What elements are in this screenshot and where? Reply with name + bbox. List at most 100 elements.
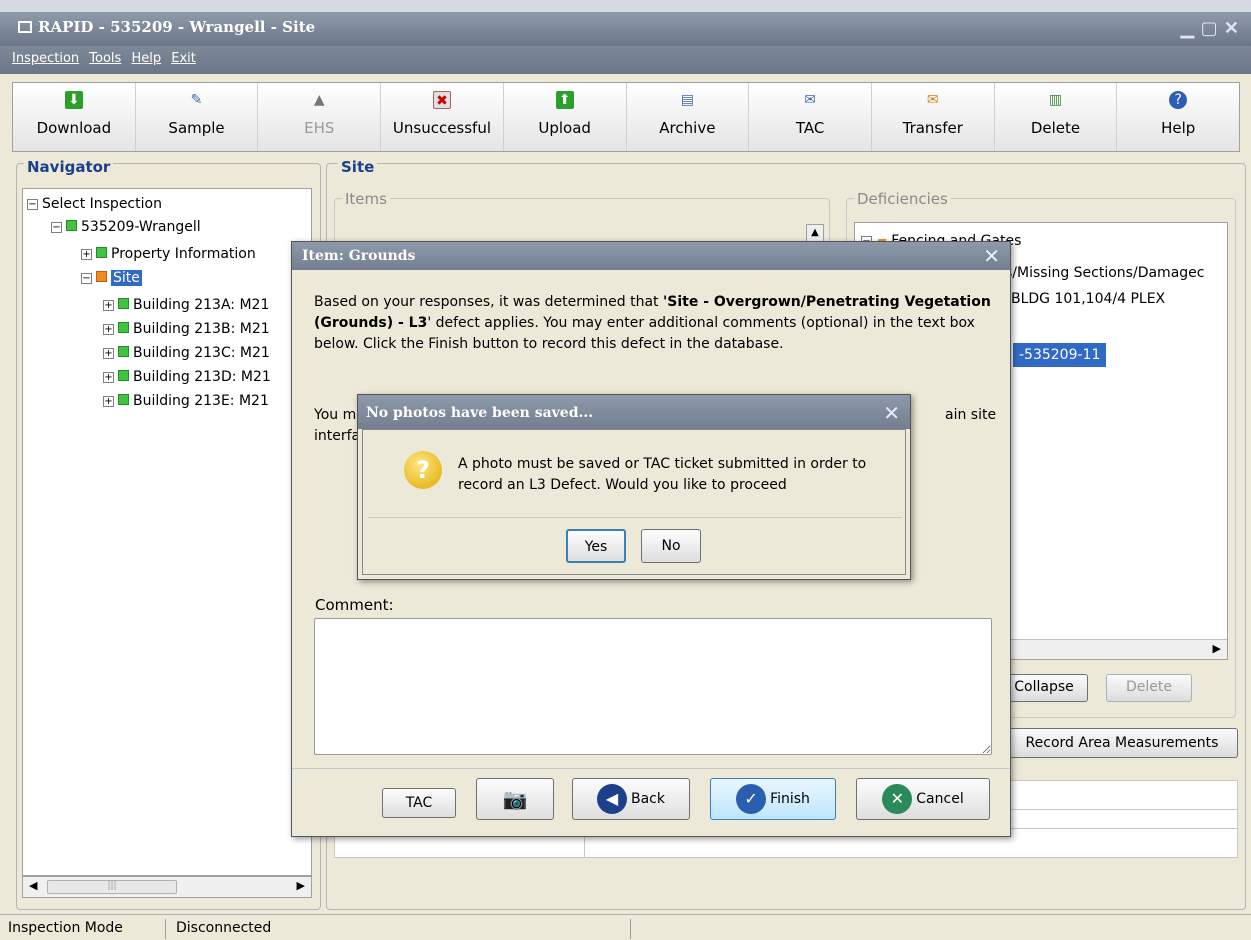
deficiency-location[interactable]: BLDG 101,104/4 PLEX xyxy=(1011,289,1165,309)
delete-button[interactable]: ▥ Delete xyxy=(995,83,1118,151)
warning-icon: ▲ xyxy=(313,92,325,108)
download-button[interactable]: ⬇ Download xyxy=(13,83,136,151)
window-controls[interactable]: ▁ ▢ ✕ xyxy=(1181,18,1239,39)
expand-icon[interactable]: + xyxy=(103,372,114,383)
expand-icon[interactable]: + xyxy=(103,396,114,407)
expand-icon[interactable]: + xyxy=(103,324,114,335)
dialog-message-partial: You m interfa xyxy=(314,407,361,444)
menu-exit[interactable]: Exit xyxy=(171,51,196,66)
question-icon: ? xyxy=(404,451,442,489)
cancel-button[interactable]: ✕ Cancel xyxy=(856,778,990,820)
confirm-message: A photo must be saved or TAC ticket subm… xyxy=(458,456,867,493)
dialog-message: Based on your responses, it was determin… xyxy=(314,294,991,352)
menu-tools[interactable]: Tools xyxy=(89,51,121,66)
status-bar: Inspection Mode Disconnected xyxy=(0,914,1251,940)
help-icon: ? xyxy=(1169,91,1188,109)
ehs-button[interactable]: ▲ EHS xyxy=(258,83,382,151)
close-icon[interactable]: ✕ xyxy=(983,244,1000,268)
archive-icon: ▤ xyxy=(680,92,694,108)
navigator-title: Navigator xyxy=(24,158,114,176)
items-label: Items xyxy=(342,190,390,208)
scroll-right-icon[interactable]: ▶ xyxy=(1213,642,1221,655)
scroll-left-icon[interactable]: ◀ xyxy=(29,879,37,892)
transfer-button[interactable]: ✉ Transfer xyxy=(872,83,995,151)
expand-icon[interactable]: + xyxy=(103,300,114,311)
status-green-icon xyxy=(96,247,107,258)
tac-icon: ✉ xyxy=(804,92,816,108)
tac-dialog-button[interactable]: TAC xyxy=(382,788,456,818)
status-separator xyxy=(630,919,631,939)
tree-item-building[interactable]: + Building 213B: M21 xyxy=(103,319,270,339)
camera-icon: 📷 xyxy=(502,787,528,811)
tree-item-building[interactable]: + Building 213A: M21 xyxy=(103,295,269,315)
help-button[interactable]: ? Help xyxy=(1117,83,1239,151)
window-icon xyxy=(18,21,32,33)
title-bar: RAPID - 535209 - Wrangell - Site ▁ ▢ ✕ xyxy=(0,12,1251,46)
grid-row xyxy=(1011,809,1237,829)
status-mode: Inspection Mode xyxy=(8,920,123,936)
tree-item-building[interactable]: + Building 213E: M21 xyxy=(103,391,269,411)
tree-item-building[interactable]: + Building 213D: M21 xyxy=(103,367,271,387)
status-connection: Disconnected xyxy=(176,920,272,936)
collapse-button[interactable]: Collapse xyxy=(1000,674,1088,702)
cancel-x-icon: ✕ xyxy=(882,784,913,814)
camera-button[interactable]: 📷 xyxy=(476,778,554,820)
menu-bar: Inspection Tools Help Exit xyxy=(0,46,1251,74)
scroll-right-icon[interactable]: ▶ xyxy=(297,879,305,892)
finish-button[interactable]: ✓ Finish xyxy=(710,778,836,820)
checkmark-icon: ✓ xyxy=(736,784,767,814)
comment-label: Comment: xyxy=(315,596,394,614)
back-button[interactable]: ◀ Back xyxy=(572,778,690,820)
transfer-icon: ✉ xyxy=(926,92,939,108)
rapid-app-window: RAPID - 535209 - Wrangell - Site ▁ ▢ ✕ I… xyxy=(0,0,1251,940)
navigator-horizontal-scrollbar[interactable]: ◀ ||| ▶ xyxy=(22,876,312,898)
scroll-thumb[interactable]: ||| xyxy=(47,880,177,894)
menu-inspection[interactable]: Inspection xyxy=(12,51,79,66)
status-green-icon xyxy=(118,298,129,309)
deficiency-selected[interactable]: -535209-11 xyxy=(1013,343,1107,367)
tree-item-building[interactable]: + Building 213C: M21 xyxy=(103,343,270,363)
tree-item-property-information[interactable]: + Property Information xyxy=(81,244,256,264)
window-title: RAPID - 535209 - Wrangell - Site xyxy=(38,18,316,36)
tac-button[interactable]: ✉ TAC xyxy=(749,83,872,151)
close-icon[interactable]: ✕ xyxy=(883,401,900,425)
comment-textarea[interactable] xyxy=(314,618,992,755)
tree-item-site[interactable]: − Site xyxy=(81,268,142,288)
collapse-icon[interactable]: − xyxy=(27,199,38,210)
delete-icon: ▥ xyxy=(1048,92,1063,108)
confirm-divider xyxy=(368,517,902,518)
status-orange-icon xyxy=(96,271,107,282)
expand-icon[interactable]: + xyxy=(103,348,114,359)
expand-icon[interactable]: + xyxy=(81,249,92,260)
sample-button[interactable]: ✎ Sample xyxy=(136,83,259,151)
no-button[interactable]: No xyxy=(641,529,701,563)
main-toolbar: ⬇ Download ✎ Sample ▲ EHS ✖ Unsuccessful ⬆ Up… xyxy=(12,82,1240,152)
sample-icon: ✎ xyxy=(190,92,203,108)
confirm-body xyxy=(362,429,906,575)
menu-help[interactable]: Help xyxy=(131,51,161,66)
archive-button[interactable]: ▤ Archive xyxy=(627,83,750,151)
back-arrow-icon: ◀ xyxy=(597,784,627,814)
deficiencies-label: Deficiencies xyxy=(854,190,951,208)
unsuccessful-button[interactable]: ✖ Unsuccessful xyxy=(381,83,504,151)
tree-item-select-inspection[interactable]: − Select Inspection xyxy=(27,194,162,214)
deficiency-item[interactable]: s/Missing Sections/Damagec xyxy=(1005,263,1204,283)
no-photos-dialog: No photos have been saved... ✕ ? A photo… xyxy=(357,394,911,580)
unsuccessful-icon: ✖ xyxy=(432,91,451,109)
dialog-title: Item: Grounds xyxy=(292,242,1010,270)
navigator-tree[interactable]: − Select Inspection −535209-Wrangell + Pro… xyxy=(22,188,312,876)
items-scroll-up-icon[interactable]: ▲ xyxy=(806,224,824,242)
upload-button[interactable]: ⬆ Upload xyxy=(504,83,627,151)
download-icon: ⬇ xyxy=(64,91,83,109)
record-area-measurements-button[interactable]: Record Area Measurements xyxy=(1006,728,1238,758)
yes-button[interactable]: Yes xyxy=(566,529,626,563)
collapse-icon[interactable]: − xyxy=(81,273,92,284)
dialog-message-partial-right: ain site xyxy=(945,407,997,423)
top-strip xyxy=(0,0,1251,12)
status-green-icon xyxy=(66,220,77,231)
collapse-icon[interactable]: − xyxy=(51,222,62,233)
grid-cell xyxy=(335,837,585,857)
tree-item-inspection[interactable]: −535209-Wrangell xyxy=(51,217,201,237)
confirm-title: No photos have been saved... xyxy=(358,395,910,429)
delete-deficiency-button[interactable]: Delete xyxy=(1106,674,1192,702)
